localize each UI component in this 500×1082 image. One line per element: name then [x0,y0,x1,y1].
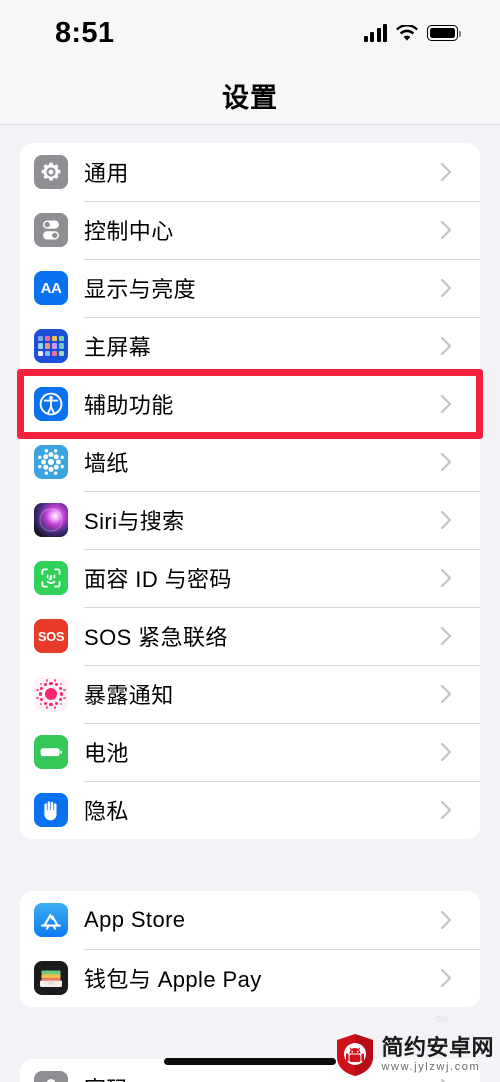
settings-row-label: 电池 [84,741,129,766]
settings-row-wallpaper[interactable]: 墙纸 [20,433,480,491]
chevron-right-icon [440,336,452,356]
app-store-icon [34,903,68,937]
settings-row-label: 主屏幕 [84,335,152,360]
settings-row-label: 辅助功能 [84,393,174,418]
settings-row-display-brightness[interactable]: AA 显示与亮度 [20,259,480,317]
chevron-right-icon [440,800,452,820]
watermark-site-name: 简约安卓网 [381,1035,494,1060]
status-bar-clock: 8:51 [55,16,115,49]
watermark-ghost-mark: ∞ [435,1009,448,1028]
row-separator [84,433,480,434]
signal-bars-icon [363,24,387,42]
row-separator [84,607,480,608]
status-bar-indicators [363,24,461,42]
chevron-right-icon [440,568,452,588]
settings-row-label: 暴露通知 [84,683,174,708]
key-icon [34,1071,68,1082]
settings-row-label: Siri与搜索 [84,509,185,534]
row-separator [84,259,480,260]
chevron-right-icon [440,162,452,182]
settings-row-label: 通用 [84,161,129,186]
home-indicator[interactable] [164,1058,336,1065]
settings-row-label: 显示与亮度 [84,277,197,302]
row-separator [84,949,480,950]
row-separator [84,723,480,724]
settings-row-accessibility[interactable]: 辅助功能 [20,375,480,433]
settings-row-emergency-sos[interactable]: SOS SOS 紧急联络 [20,607,480,665]
iphone-settings-screen: 8:51 设置 通用 控制中心 AA 显示与亮度 主屏幕 辅助功能 墙纸 Sir… [0,0,500,1082]
emergency-sos-icon: SOS [34,619,68,653]
settings-row-gear[interactable]: 通用 [20,143,480,201]
status-bar: 8:51 [0,0,500,66]
chevron-right-icon [440,278,452,298]
row-separator [84,375,480,376]
settings-row-face-id[interactable]: 面容 ID 与密码 [20,549,480,607]
wallet-icon [34,961,68,995]
settings-group-store: App Store 钱包与 Apple Pay [20,891,480,1007]
settings-row-exposure-notification[interactable]: 暴露通知 [20,665,480,723]
row-separator [84,549,480,550]
wifi-icon [396,24,418,41]
wallpaper-icon [34,445,68,479]
face-id-icon [34,561,68,595]
row-separator [84,317,480,318]
settings-row-label: App Store [84,907,186,932]
navigation-bar: 设置 [0,66,500,125]
settings-row-label: 面容 ID 与密码 [84,567,232,592]
settings-row-label: SOS 紧急联络 [84,625,228,650]
settings-row-wallet[interactable]: 钱包与 Apple Pay [20,949,480,1007]
settings-row-privacy-hand[interactable]: 隐私 [20,781,480,839]
row-separator [84,491,480,492]
display-brightness-icon: AA [34,271,68,305]
settings-row-label: 钱包与 Apple Pay [84,967,262,992]
chevron-right-icon [440,742,452,762]
page-title: 设置 [222,82,278,113]
chevron-right-icon [440,684,452,704]
chevron-right-icon [440,452,452,472]
chevron-right-icon [440,1078,452,1082]
chevron-right-icon [440,510,452,530]
settings-row-label: 墙纸 [84,451,129,476]
battery-full-icon [427,25,461,41]
gear-icon [34,155,68,189]
exposure-notification-icon [34,677,68,711]
chevron-right-icon [440,394,452,414]
settings-row-label: 控制中心 [84,219,174,244]
control-center-icon [34,213,68,247]
chevron-right-icon [440,968,452,988]
settings-group-system: 通用 控制中心 AA 显示与亮度 主屏幕 辅助功能 墙纸 Siri与搜索 面容 … [20,143,480,839]
accessibility-icon [34,387,68,421]
settings-row-home-screen[interactable]: 主屏幕 [20,317,480,375]
row-separator [84,201,480,202]
row-separator [84,665,480,666]
privacy-hand-icon [34,793,68,827]
battery-icon [34,735,68,769]
settings-row-app-store[interactable]: App Store [20,891,480,949]
watermark-url: www.jylzwj.com [381,1061,481,1073]
settings-list[interactable]: 通用 控制中心 AA 显示与亮度 主屏幕 辅助功能 墙纸 Siri与搜索 面容 … [0,126,500,1082]
chevron-right-icon [440,910,452,930]
site-watermark: 简约安卓网 www.jylzwj.com [335,1033,494,1077]
row-separator [84,781,480,782]
settings-row-control-center[interactable]: 控制中心 [20,201,480,259]
home-screen-icon [34,329,68,363]
chevron-right-icon [440,220,452,240]
settings-row-label: 隐私 [84,799,129,824]
settings-row-siri[interactable]: Siri与搜索 [20,491,480,549]
siri-icon [34,503,68,537]
chevron-right-icon [440,626,452,646]
android-shield-icon [337,1034,374,1076]
settings-row-battery[interactable]: 电池 [20,723,480,781]
